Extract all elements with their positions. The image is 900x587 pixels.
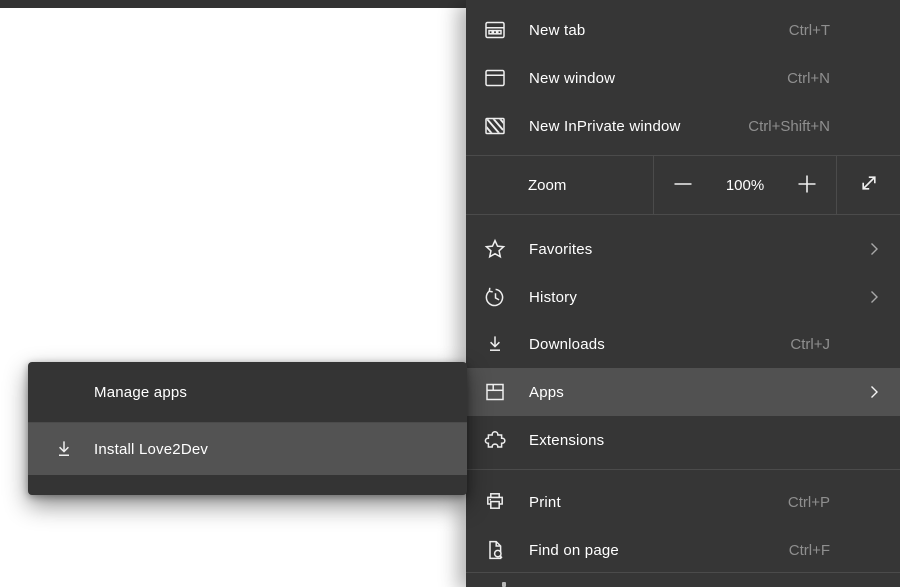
menu-item-label: Extensions: [529, 432, 604, 449]
extensions-puzzle-icon: [483, 428, 507, 452]
menu-item-label: Find on page: [529, 542, 619, 559]
menu-item-shortcut: Ctrl+Shift+N: [748, 118, 830, 135]
menu-item-extensions[interactable]: Extensions: [466, 416, 900, 464]
menu-item-apps[interactable]: Apps: [466, 368, 900, 416]
menu-item-label: Favorites: [529, 241, 593, 258]
apps-flyout-submenu: Manage apps Install Love2Dev: [28, 362, 467, 495]
menu-item-shortcut: Ctrl+F: [789, 542, 830, 559]
history-icon: [483, 285, 507, 309]
menu-item-label: Print: [529, 494, 561, 511]
chevron-right-icon: [866, 384, 882, 400]
partial-menu-item-icon: [502, 582, 506, 587]
submenu-item-label: Install Love2Dev: [94, 441, 208, 458]
menu-item-label: New InPrivate window: [529, 118, 681, 135]
menu-separator: [466, 572, 900, 573]
menu-item-shortcut: Ctrl+J: [790, 336, 830, 353]
menu-item-favorites[interactable]: Favorites: [466, 225, 900, 273]
inprivate-window-icon: [483, 114, 507, 138]
plus-icon: [796, 173, 818, 198]
menu-item-history[interactable]: History: [466, 273, 900, 321]
menu-item-label: New window: [529, 70, 615, 87]
menu-item-label: History: [529, 289, 577, 306]
menu-item-print[interactable]: Print Ctrl+P: [466, 478, 900, 526]
chevron-right-icon: [866, 241, 882, 257]
fullscreen-button[interactable]: [837, 156, 900, 214]
menu-item-new-tab[interactable]: New tab Ctrl+T: [466, 6, 900, 54]
menu-item-shortcut: Ctrl+P: [788, 494, 830, 511]
download-icon: [52, 437, 76, 461]
zoom-row: Zoom 100%: [466, 155, 900, 215]
apps-icon: [483, 380, 507, 404]
zoom-label: Zoom: [528, 177, 566, 194]
menu-item-new-inprivate-window[interactable]: New InPrivate window Ctrl+Shift+N: [466, 102, 900, 150]
zoom-out-button[interactable]: [668, 170, 698, 200]
menu-item-new-window[interactable]: New window Ctrl+N: [466, 54, 900, 102]
minus-icon: [672, 173, 694, 198]
menu-item-label: New tab: [529, 22, 585, 39]
browser-settings-menu: New tab Ctrl+T New window Ctrl+N New InP…: [466, 0, 900, 587]
find-on-page-icon: [483, 538, 507, 562]
menu-item-find-on-page[interactable]: Find on page Ctrl+F: [466, 526, 900, 574]
printer-icon: [483, 490, 507, 514]
menu-item-label: Apps: [529, 384, 564, 401]
new-tab-icon: [483, 18, 507, 42]
submenu-item-label: Manage apps: [94, 384, 187, 401]
menu-item-label: Downloads: [529, 336, 605, 353]
download-icon: [483, 332, 507, 356]
new-window-icon: [483, 66, 507, 90]
submenu-item-install-love2dev[interactable]: Install Love2Dev: [28, 423, 467, 475]
menu-item-shortcut: Ctrl+N: [787, 70, 830, 87]
chevron-right-icon: [866, 289, 882, 305]
zoom-in-button[interactable]: [792, 170, 822, 200]
fullscreen-diagonal-arrows-icon: [857, 171, 881, 199]
submenu-item-manage-apps[interactable]: Manage apps: [28, 362, 467, 422]
menu-item-downloads[interactable]: Downloads Ctrl+J: [466, 320, 900, 368]
menu-item-shortcut: Ctrl+T: [789, 22, 830, 39]
zoom-value: 100%: [726, 177, 764, 194]
menu-separator: [466, 469, 900, 470]
star-icon: [483, 237, 507, 261]
